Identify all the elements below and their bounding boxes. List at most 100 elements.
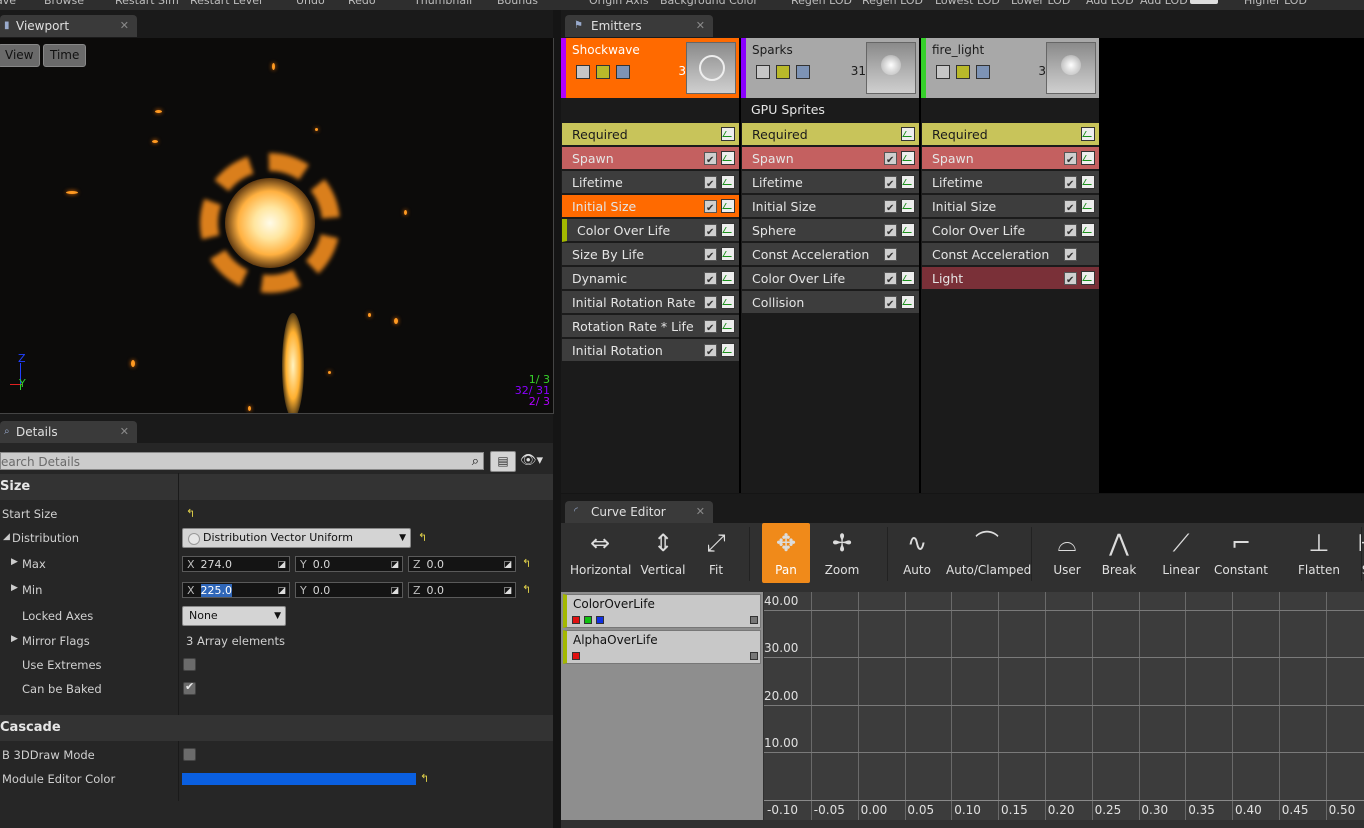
- module-enable-checkbox[interactable]: [884, 197, 897, 220]
- curve-graph-icon[interactable]: [1081, 271, 1095, 285]
- emitter-module[interactable]: Lifetime: [922, 171, 1099, 196]
- emitter-module[interactable]: Size By Life: [562, 243, 739, 268]
- toolbar-item[interactable]: Thumbnail: [414, 0, 472, 7]
- max-x-field[interactable]: X 274.0 ◪: [182, 556, 290, 572]
- curve-graph-icon[interactable]: [1081, 223, 1095, 237]
- module-enable-checkbox[interactable]: [884, 293, 897, 316]
- toolbar-item[interactable]: Regen LOD: [791, 0, 852, 7]
- module-enable-checkbox[interactable]: [704, 173, 717, 196]
- enable-checkbox-icon[interactable]: [936, 65, 950, 79]
- emitter-module[interactable]: Initial Size: [922, 195, 1099, 220]
- curve-channel-toggle[interactable]: [572, 652, 580, 660]
- b3d-draw-mode-checkbox[interactable]: [183, 748, 196, 761]
- expand-arrow-icon[interactable]: ▶: [11, 557, 18, 567]
- emitter-module[interactable]: Initial Rotation: [562, 339, 739, 364]
- toolbar-item[interactable]: Add LOD: [1140, 0, 1188, 7]
- curve-hide-toggle[interactable]: [750, 652, 758, 660]
- emitter-module[interactable]: Initial Rotation Rate: [562, 291, 739, 316]
- toolbar-item[interactable]: Lowest LOD: [935, 0, 1000, 7]
- curve-graph-icon[interactable]: [1081, 127, 1095, 141]
- curve-graph-icon[interactable]: [901, 127, 915, 141]
- curve-tool-linear[interactable]: ⟋ Linear: [1156, 523, 1206, 583]
- module-enable-checkbox[interactable]: [704, 221, 717, 244]
- distribution-combo[interactable]: Distribution Vector Uniform ▼: [182, 528, 411, 548]
- module-enable-checkbox[interactable]: [704, 317, 717, 340]
- view-button[interactable]: View: [0, 44, 41, 67]
- curve-graph-icon[interactable]: [901, 223, 915, 237]
- curve-tool-st[interactable]: ⊢St: [1353, 523, 1364, 583]
- module-enable-checkbox[interactable]: [1064, 221, 1077, 244]
- curve-graph-icon[interactable]: [721, 199, 735, 213]
- module-enable-checkbox[interactable]: [704, 293, 717, 316]
- reset-arrow-icon[interactable]: ↰: [522, 583, 531, 596]
- toolbar-item[interactable]: Background Color: [660, 0, 758, 7]
- emitter-module[interactable]: Spawn: [922, 147, 1099, 172]
- emitter-module[interactable]: Required: [742, 123, 919, 146]
- curve-tool-horizontal[interactable]: ⇔ Horizontal: [570, 523, 631, 583]
- emitter-module[interactable]: Const Acceleration: [922, 243, 1099, 268]
- module-enable-checkbox[interactable]: [704, 149, 717, 172]
- emitter-column[interactable]: Sparks 31 GPU Sprites Required Spawn Lifetime…: [741, 38, 919, 493]
- module-enable-checkbox[interactable]: [1064, 173, 1077, 196]
- module-enable-checkbox[interactable]: [704, 341, 717, 364]
- emitter-module[interactable]: Light: [922, 267, 1099, 292]
- module-enable-checkbox[interactable]: [704, 269, 717, 292]
- curve-graph-icon[interactable]: [901, 295, 915, 309]
- curve-graph-icon[interactable]: [901, 175, 915, 189]
- emitter-module[interactable]: Initial Size: [742, 195, 919, 220]
- module-enable-checkbox[interactable]: [884, 149, 897, 172]
- toolbar-dropdown[interactable]: [1190, 0, 1218, 4]
- can-be-baked-checkbox[interactable]: [183, 680, 196, 695]
- curve-graph-icon[interactable]: [721, 319, 735, 333]
- use-extremes-checkbox[interactable]: [183, 658, 196, 671]
- tab-curve-editor[interactable]: ◜ Curve Editor ✕: [565, 501, 713, 523]
- category-size[interactable]: Size: [0, 474, 553, 500]
- tab-viewport[interactable]: ▮ Viewport ✕: [0, 15, 137, 37]
- module-enable-checkbox[interactable]: [1064, 269, 1077, 292]
- module-enable-checkbox[interactable]: [1064, 149, 1077, 172]
- solo-icon[interactable]: [596, 65, 610, 79]
- reset-arrow-icon[interactable]: ↰: [420, 772, 429, 785]
- search-icon[interactable]: ⌕: [472, 453, 479, 471]
- toolbar-item[interactable]: Restart Level: [190, 0, 262, 7]
- emitter-column[interactable]: fire_light 3 Required Spawn Lifetime Initial …: [921, 38, 1099, 493]
- view-options-icon[interactable]: ▤: [490, 451, 516, 472]
- color-swatch[interactable]: [182, 773, 416, 785]
- curve-tool-auto-clamped[interactable]: ⌒ Auto/Clamped: [946, 523, 1031, 583]
- reset-arrow-icon[interactable]: ↰: [186, 507, 195, 520]
- emitter-module[interactable]: Required: [562, 123, 739, 146]
- min-y-field[interactable]: Y 0.0 ◪: [295, 582, 403, 598]
- module-enable-checkbox[interactable]: [1064, 197, 1077, 220]
- emitter-module[interactable]: Dynamic: [562, 267, 739, 292]
- time-button[interactable]: Time: [43, 44, 87, 67]
- module-enable-checkbox[interactable]: [884, 245, 897, 268]
- reset-arrow-icon[interactable]: ↰: [418, 531, 427, 544]
- toolbar-item[interactable]: Higher LOD: [1244, 0, 1307, 7]
- emitter-module[interactable]: Spawn: [742, 147, 919, 172]
- close-icon[interactable]: ✕: [696, 15, 705, 37]
- solo-icon[interactable]: [956, 65, 970, 79]
- toolbar-item[interactable]: Browse: [44, 0, 84, 7]
- curve-channel-toggle[interactable]: [572, 616, 580, 624]
- curve-graph-icon[interactable]: [721, 223, 735, 237]
- toolbar-item[interactable]: Redo: [348, 0, 376, 7]
- viewport[interactable]: View Time Z Y 1/ 3 32/ 31 2/ 3: [0, 38, 554, 414]
- curve-graph-icon[interactable]: [721, 343, 735, 357]
- curve-track[interactable]: ColorOverLife: [563, 594, 761, 628]
- toolbar-item[interactable]: Bounds: [497, 0, 538, 7]
- curve-tool-auto[interactable]: ∿ Auto: [895, 523, 939, 583]
- toolbar-item[interactable]: ave: [0, 0, 16, 7]
- expand-arrow-icon[interactable]: ▶: [11, 583, 18, 593]
- emitter-column[interactable]: Shockwave 3 Required Spawn Lifetime Initial S…: [561, 38, 739, 493]
- curve-graph-icon[interactable]: [1081, 199, 1095, 213]
- reset-arrow-icon[interactable]: ↰: [522, 557, 531, 570]
- curve-graph-icon[interactable]: [721, 295, 735, 309]
- shader-icon[interactable]: [796, 65, 810, 79]
- curve-graph-icon[interactable]: [901, 271, 915, 285]
- collapse-arrow-icon[interactable]: ◢: [3, 532, 10, 542]
- curve-graph-icon[interactable]: [901, 199, 915, 213]
- expand-arrow-icon[interactable]: ▶: [11, 634, 18, 644]
- curve-hide-toggle[interactable]: [750, 616, 758, 624]
- emitter-module[interactable]: Lifetime: [742, 171, 919, 196]
- enable-checkbox-icon[interactable]: [576, 65, 590, 79]
